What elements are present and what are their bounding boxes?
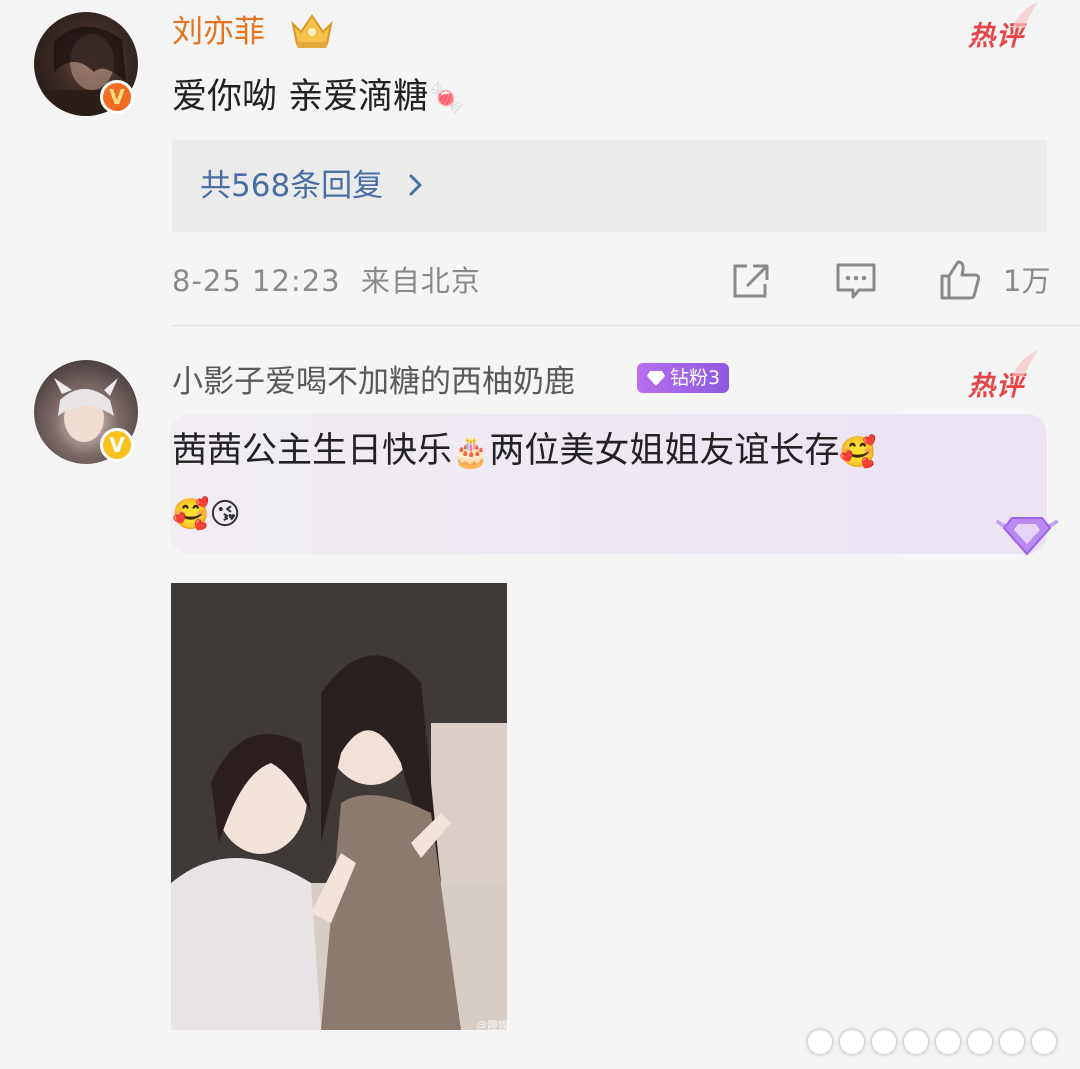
comment-text: 爱你呦 亲爱滴糖	[172, 77, 429, 117]
replies-count: 共568条回复	[200, 168, 384, 204]
comment-content: 茜茜公主生日快乐🎂两位美女姐姐友谊长存🥰	[172, 428, 877, 476]
image-watermark: @趣娱	[476, 1019, 509, 1032]
comment-content-line2: 🥰😘	[172, 490, 241, 538]
commenter-name[interactable]: 刘亦菲	[172, 10, 265, 54]
timestamp: 8-25 12:23	[172, 264, 341, 298]
cake-emoji: 🎂	[452, 435, 490, 470]
hot-wing-icon	[1012, 2, 1038, 28]
like-icon[interactable]	[938, 258, 982, 302]
divider	[172, 325, 1080, 326]
dot	[968, 1030, 992, 1054]
commenter-name[interactable]: 小影子爱喝不加糖的西柚奶鹿	[172, 360, 575, 404]
comment-text-2: 两位美女姐姐友谊长存	[489, 431, 840, 471]
like-count: 1万	[1003, 264, 1051, 298]
comment-text: 茜茜公主生日快乐	[172, 431, 453, 471]
dot	[808, 1030, 832, 1054]
chevron-right-icon	[409, 174, 422, 196]
comment-content: 爱你呦 亲爱滴糖🍬	[172, 74, 466, 122]
kiss-emoji: 😘	[209, 497, 241, 532]
dot	[840, 1030, 864, 1054]
location: 来自北京	[360, 264, 481, 298]
comment-meta: 8-25 12:23 来自北京	[172, 262, 481, 300]
crown-badge-icon	[289, 12, 335, 50]
diamond-fan-icon	[996, 517, 1058, 556]
replies-link[interactable]: 共568条回复	[200, 166, 427, 206]
comment-icon[interactable]	[835, 262, 877, 300]
diamond-icon	[647, 371, 665, 386]
verified-red-icon: V	[100, 80, 134, 114]
dot	[1032, 1030, 1056, 1054]
blush-emoji: 🥰	[172, 497, 210, 532]
verified-gold-icon: V	[100, 428, 134, 462]
dot	[872, 1030, 896, 1054]
pagination-dots	[808, 1030, 1056, 1054]
fan-level-badge: 钻粉3	[637, 363, 730, 393]
photo-content	[171, 583, 507, 1030]
dot	[936, 1030, 960, 1054]
dot	[1000, 1030, 1024, 1054]
candy-emoji: 🍬	[428, 81, 466, 116]
share-icon[interactable]	[731, 262, 771, 300]
comment-image[interactable]	[171, 583, 507, 1030]
blush-emoji: 🥰	[839, 435, 877, 470]
fan-badge-label: 钻粉3	[670, 367, 721, 389]
hot-wing-icon	[1012, 350, 1038, 376]
dot	[904, 1030, 928, 1054]
